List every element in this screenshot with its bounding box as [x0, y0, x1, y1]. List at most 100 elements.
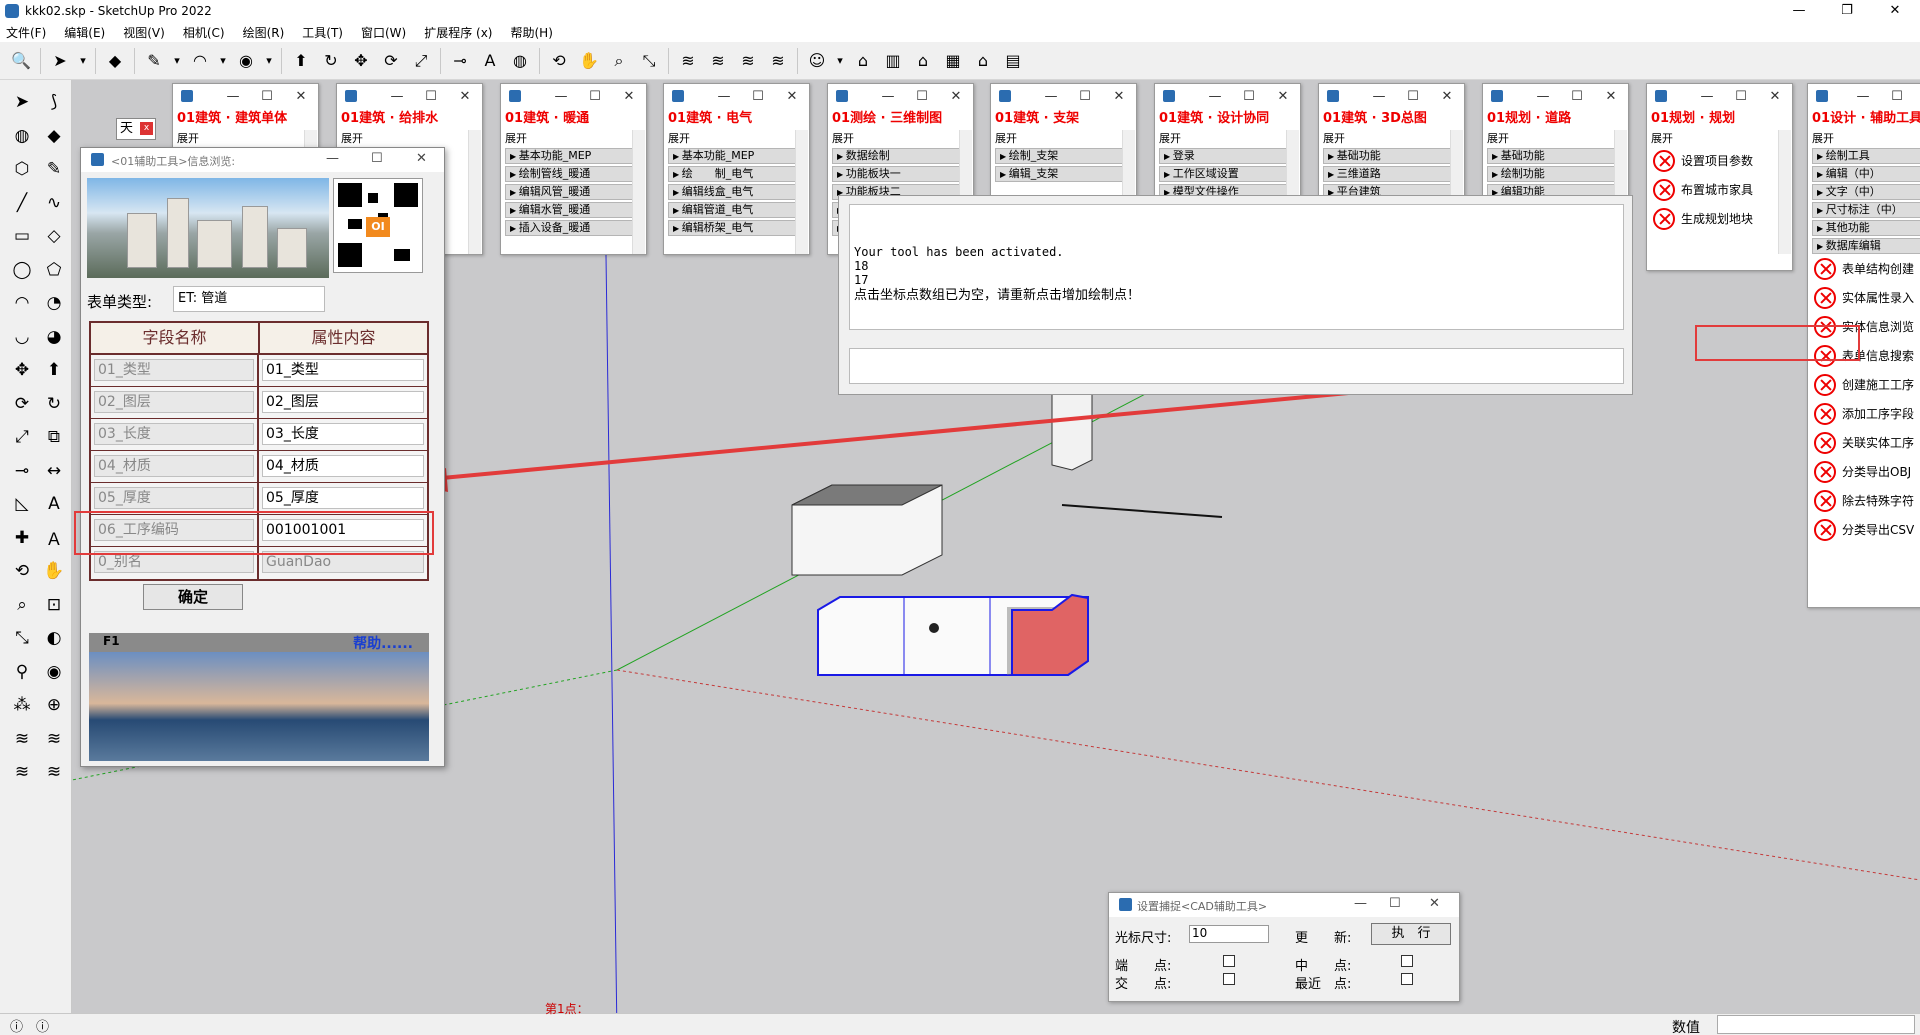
- info-icon[interactable]: ⓘ: [36, 1016, 49, 1035]
- panel-menu-item[interactable]: 数据库编辑: [1812, 238, 1920, 254]
- panel-minimize-button[interactable]: —: [216, 89, 250, 104]
- panel-close-button[interactable]: ✕: [284, 89, 318, 104]
- panel-maximize-button[interactable]: ☐: [1068, 89, 1102, 104]
- panel-expand-label[interactable]: 展开: [501, 130, 646, 146]
- search-icon[interactable]: 🔍: [8, 48, 34, 74]
- panel-action-button[interactable]: 关联实体工序: [1808, 428, 1920, 457]
- panel-menu-item[interactable]: 插入设备_暖通: [505, 220, 640, 236]
- follow-me-icon[interactable]: ↻: [318, 48, 344, 74]
- dropdown-icon[interactable]: ▾: [171, 48, 183, 74]
- panel-menu-item[interactable]: 绘 制_电气: [668, 166, 803, 182]
- menu-view[interactable]: 视图(V): [123, 24, 165, 41]
- zoom-icon[interactable]: ⌕: [606, 48, 632, 74]
- panel-minimize-button[interactable]: —: [1362, 89, 1396, 104]
- panel-maximize-button[interactable]: ☐: [1396, 89, 1430, 104]
- rotated-rect-icon[interactable]: ◇: [40, 222, 68, 250]
- pencil-icon[interactable]: ✎: [141, 48, 167, 74]
- zoom-extents-icon[interactable]: ⤡: [8, 624, 36, 652]
- panel-menu-item[interactable]: 文字（中）: [1812, 184, 1920, 200]
- intersection-checkbox[interactable]: [1223, 973, 1235, 985]
- menu-camera[interactable]: 相机(C): [183, 24, 225, 41]
- field-name-input[interactable]: 04_材质: [94, 455, 254, 477]
- panel-minimize-button[interactable]: —: [1034, 89, 1068, 104]
- panel-expand-label[interactable]: 展开: [991, 130, 1136, 146]
- paint-icon[interactable]: ◍: [8, 122, 36, 150]
- field-name-input[interactable]: 02_图层: [94, 391, 254, 413]
- store-icon[interactable]: ▤: [1000, 48, 1026, 74]
- hidden-tab[interactable]: 天 x: [116, 118, 156, 140]
- panel-menu-item[interactable]: 编辑水管_暖通: [505, 202, 640, 218]
- eraser-icon[interactable]: ◆: [40, 122, 68, 150]
- help-link[interactable]: 帮助......: [353, 633, 413, 653]
- panel-action-button[interactable]: 设置项目参数: [1647, 146, 1792, 175]
- panel-expand-label[interactable]: 展开: [173, 130, 318, 146]
- panel-menu-item[interactable]: 编辑（中）: [1812, 166, 1920, 182]
- sandbox-icon[interactable]: ≋: [735, 48, 761, 74]
- panel-menu-item[interactable]: 基本功能_MEP: [505, 148, 640, 164]
- polygon-icon[interactable]: ⬠: [40, 256, 68, 284]
- arc-icon[interactable]: ◠: [187, 48, 213, 74]
- panel-minimize-button[interactable]: —: [1690, 89, 1724, 104]
- dialog-minimize-button[interactable]: —: [326, 151, 339, 166]
- panel-menu-item[interactable]: 其他功能: [1812, 220, 1920, 236]
- pie-icon[interactable]: ◔: [40, 289, 68, 317]
- select-arrow-icon[interactable]: ➤: [47, 48, 73, 74]
- panel-expand-label[interactable]: 展开: [1155, 130, 1300, 146]
- field-name-input[interactable]: 03_长度: [94, 423, 254, 445]
- dropdown-icon[interactable]: ▾: [263, 48, 275, 74]
- text-icon[interactable]: A: [40, 490, 68, 518]
- sandbox-icon[interactable]: ≋: [40, 725, 68, 753]
- building-icon[interactable]: ▦: [940, 48, 966, 74]
- panel-action-button[interactable]: 表单结构创建: [1808, 254, 1920, 283]
- field-value-input[interactable]: 03_长度: [262, 423, 424, 445]
- panel-maximize-button[interactable]: ☐: [1724, 89, 1758, 104]
- rectangle-icon[interactable]: ▭: [8, 222, 36, 250]
- panel-close-button[interactable]: ✕: [1430, 89, 1464, 104]
- panel-menu-item[interactable]: 编辑管道_电气: [668, 202, 803, 218]
- panel-menu-item[interactable]: 绘制工具: [1812, 148, 1920, 164]
- orbit-icon[interactable]: ⟲: [546, 48, 572, 74]
- 3dtext-icon[interactable]: Ａ: [40, 524, 68, 552]
- panel-maximize-button[interactable]: ☐: [741, 89, 775, 104]
- panel-scrollbar[interactable]: [795, 130, 808, 254]
- pan-icon[interactable]: ✋: [40, 557, 68, 585]
- move-icon[interactable]: ✥: [348, 48, 374, 74]
- form-type-field[interactable]: ET: 管道: [173, 286, 325, 312]
- panel-minimize-button[interactable]: —: [707, 89, 741, 104]
- panel-maximize-button[interactable]: ☐: [250, 89, 284, 104]
- home-icon[interactable]: ⌂: [970, 48, 996, 74]
- sandbox-icon[interactable]: ≋: [705, 48, 731, 74]
- panel-scrollbar[interactable]: [632, 130, 645, 254]
- push-pull-icon[interactable]: ⬆: [40, 356, 68, 384]
- pencil-icon[interactable]: ✎: [40, 155, 68, 183]
- menu-tools[interactable]: 工具(T): [302, 24, 343, 41]
- panel-menu-item[interactable]: 功能板块一: [832, 166, 967, 182]
- menu-extensions[interactable]: 扩展程序 (x): [424, 24, 492, 41]
- panel-expand-label[interactable]: 展开: [664, 130, 809, 146]
- panel-minimize-button[interactable]: —: [380, 89, 414, 104]
- house-icon[interactable]: ⌂: [910, 48, 936, 74]
- look-around-icon[interactable]: ◉: [40, 658, 68, 686]
- move-icon[interactable]: ✥: [8, 356, 36, 384]
- panel-menu-item[interactable]: 编辑线盒_电气: [668, 184, 803, 200]
- tape-measure-icon[interactable]: ⊸: [447, 48, 473, 74]
- dialog-close-button[interactable]: ✕: [416, 151, 427, 166]
- scale-icon[interactable]: ⤢: [408, 48, 434, 74]
- axes-icon[interactable]: ✚: [8, 524, 36, 552]
- paint-bucket-icon[interactable]: ◍: [507, 48, 533, 74]
- panel-maximize-button[interactable]: ☐: [578, 89, 612, 104]
- arc3-icon[interactable]: ◡: [8, 323, 36, 351]
- menu-file[interactable]: 文件(F): [6, 24, 46, 41]
- panel-minimize-button[interactable]: —: [1846, 89, 1880, 104]
- extension-icon[interactable]: ▥: [880, 48, 906, 74]
- panel-action-button[interactable]: 实体属性录入: [1808, 283, 1920, 312]
- panel-expand-label[interactable]: 展开: [828, 130, 973, 146]
- menu-window[interactable]: 窗口(W): [361, 24, 406, 41]
- endpoint-checkbox[interactable]: [1223, 955, 1235, 967]
- freehand-icon[interactable]: ∿: [40, 189, 68, 217]
- cursor-size-input[interactable]: 10: [1189, 925, 1269, 943]
- walk-icon[interactable]: ⚲: [8, 658, 36, 686]
- field-value-input[interactable]: 01_类型: [262, 359, 424, 381]
- geo-location-icon[interactable]: ⓘ: [10, 1016, 23, 1035]
- panel-menu-item[interactable]: 编辑风管_暖通: [505, 184, 640, 200]
